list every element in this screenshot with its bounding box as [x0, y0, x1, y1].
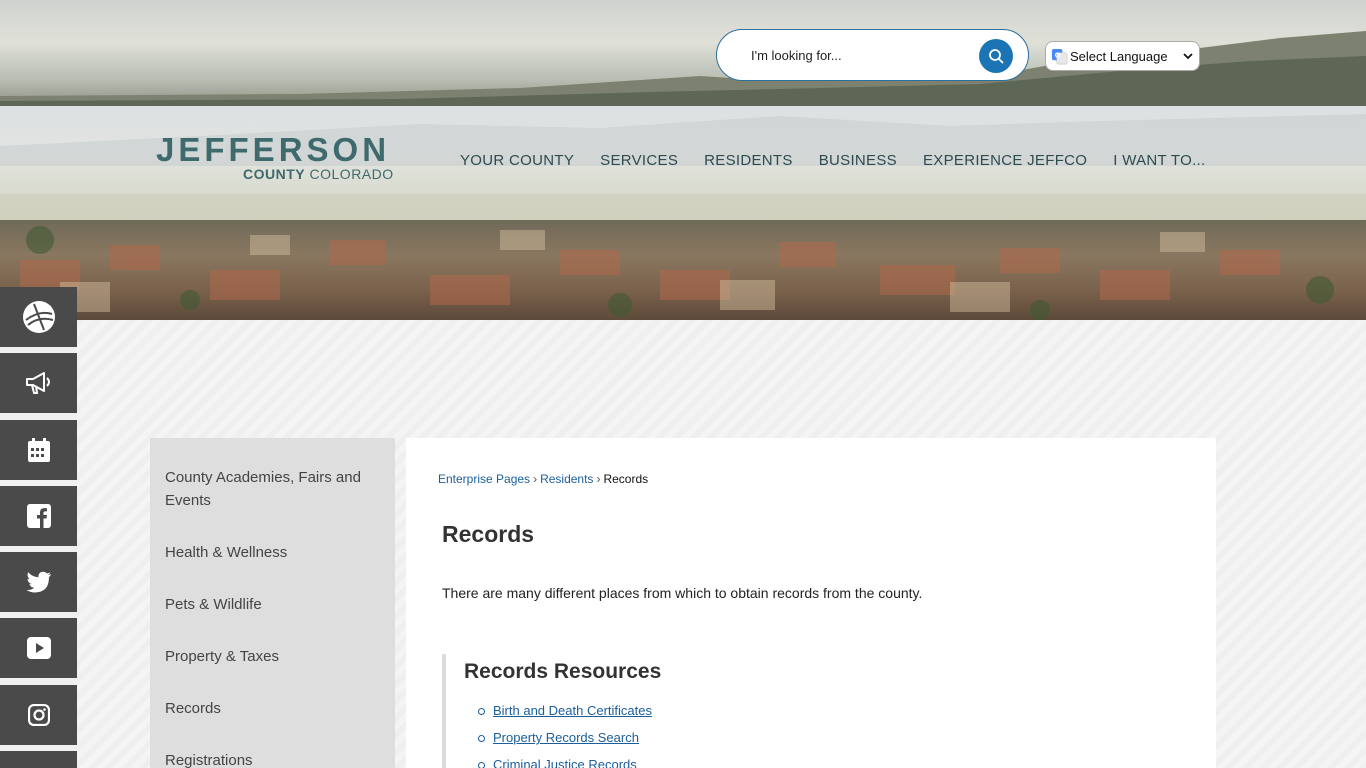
main-content: Enterprise Pages › Residents › Records Recor…: [406, 438, 1216, 768]
rail-more[interactable]: [0, 751, 77, 768]
link-property-records-search[interactable]: Property Records Search: [493, 730, 639, 745]
houses-graphic: [20, 226, 1334, 320]
page-intro: There are many different places from whi…: [442, 585, 923, 601]
list-item: Birth and Death Certificates: [474, 703, 652, 730]
globe-icon: [22, 301, 55, 333]
rail-twitter[interactable]: [0, 552, 77, 612]
instagram-icon: [27, 704, 50, 726]
rail-youtube[interactable]: [0, 618, 77, 678]
twitter-icon: [26, 571, 51, 593]
logo-colorado-text: COLORADO: [309, 166, 394, 182]
rail-globe[interactable]: [0, 287, 77, 347]
link-criminal-justice-records[interactable]: Criminal Justice Records: [493, 757, 637, 768]
breadcrumb: Enterprise Pages › Residents › Records: [438, 472, 648, 486]
search-input[interactable]: [751, 44, 971, 66]
link-birth-death-certificates[interactable]: Birth and Death Certificates: [493, 703, 652, 718]
records-resources-section: Records Resources Birth and Death Certif…: [442, 654, 1142, 768]
rail-instagram[interactable]: [0, 685, 77, 745]
list-item: Property Records Search: [474, 730, 652, 757]
list-item: Criminal Justice Records: [474, 757, 652, 768]
search-icon: [989, 49, 1004, 64]
sidebar-item-property[interactable]: Property & Taxes: [165, 645, 365, 668]
header-banner: G Select Language: [0, 0, 1366, 106]
chevron-down-icon: [1183, 53, 1193, 60]
google-translate-icon: G: [1051, 48, 1068, 64]
logo-county-text: COUNTY: [243, 166, 306, 182]
nav-experience-jeffco[interactable]: EXPERIENCE JEFFCO: [910, 152, 1100, 169]
language-select-value: Select Language: [1070, 48, 1168, 64]
sidebar-item-health[interactable]: Health & Wellness: [165, 541, 365, 564]
resources-title: Records Resources: [464, 660, 662, 683]
breadcrumb-current: Records: [603, 472, 649, 486]
breadcrumb-enterprise-pages[interactable]: Enterprise Pages: [438, 472, 530, 486]
jefferson-county-logo[interactable]: JEFFERSON COUNTY COLORADO: [156, 133, 406, 189]
rail-calendar[interactable]: [0, 420, 77, 480]
youtube-icon: [26, 637, 51, 659]
language-select[interactable]: G Select Language: [1045, 41, 1200, 71]
nav-i-want-to[interactable]: I WANT TO...: [1100, 152, 1218, 169]
breadcrumb-separator: ›: [533, 472, 538, 486]
sidebar-item-pets[interactable]: Pets & Wildlife: [165, 593, 365, 616]
houses-banner-image: [0, 220, 1366, 320]
breadcrumb-separator: ›: [596, 472, 601, 486]
logo-sub-text: COUNTY COLORADO: [243, 166, 394, 182]
rail-news[interactable]: [0, 353, 77, 413]
nav-services[interactable]: SERVICES: [587, 152, 691, 169]
svg-text:G: G: [1055, 50, 1061, 59]
nav-residents[interactable]: RESIDENTS: [691, 152, 806, 169]
search-box: [716, 29, 1029, 81]
sidebar-item-academies[interactable]: County Academies, Fairs and Events: [165, 466, 365, 512]
calendar-icon: [27, 438, 50, 462]
sidebar-item-registrations[interactable]: Registrations: [165, 749, 365, 768]
nav-your-county[interactable]: YOUR COUNTY: [447, 152, 587, 169]
sidebar-item-records[interactable]: Records: [165, 697, 365, 720]
logo-main-text: JEFFERSON: [156, 131, 391, 168]
sidebar-nav: County Academies, Fairs and Events Healt…: [150, 438, 395, 768]
main-nav: YOUR COUNTY SERVICES RESIDENTS BUSINESS …: [447, 152, 1219, 169]
rail-facebook[interactable]: [0, 486, 77, 546]
nav-business[interactable]: BUSINESS: [806, 152, 910, 169]
search-button[interactable]: [979, 39, 1013, 73]
megaphone-icon: [25, 372, 50, 394]
breadcrumb-residents[interactable]: Residents: [540, 472, 593, 486]
main-header: JEFFERSON COUNTY COLORADO YOUR COUNTY SE…: [0, 106, 1366, 220]
resources-list: Birth and Death Certificates Property Re…: [474, 703, 652, 768]
facebook-icon: [26, 504, 51, 528]
page-title: Records: [442, 521, 535, 547]
